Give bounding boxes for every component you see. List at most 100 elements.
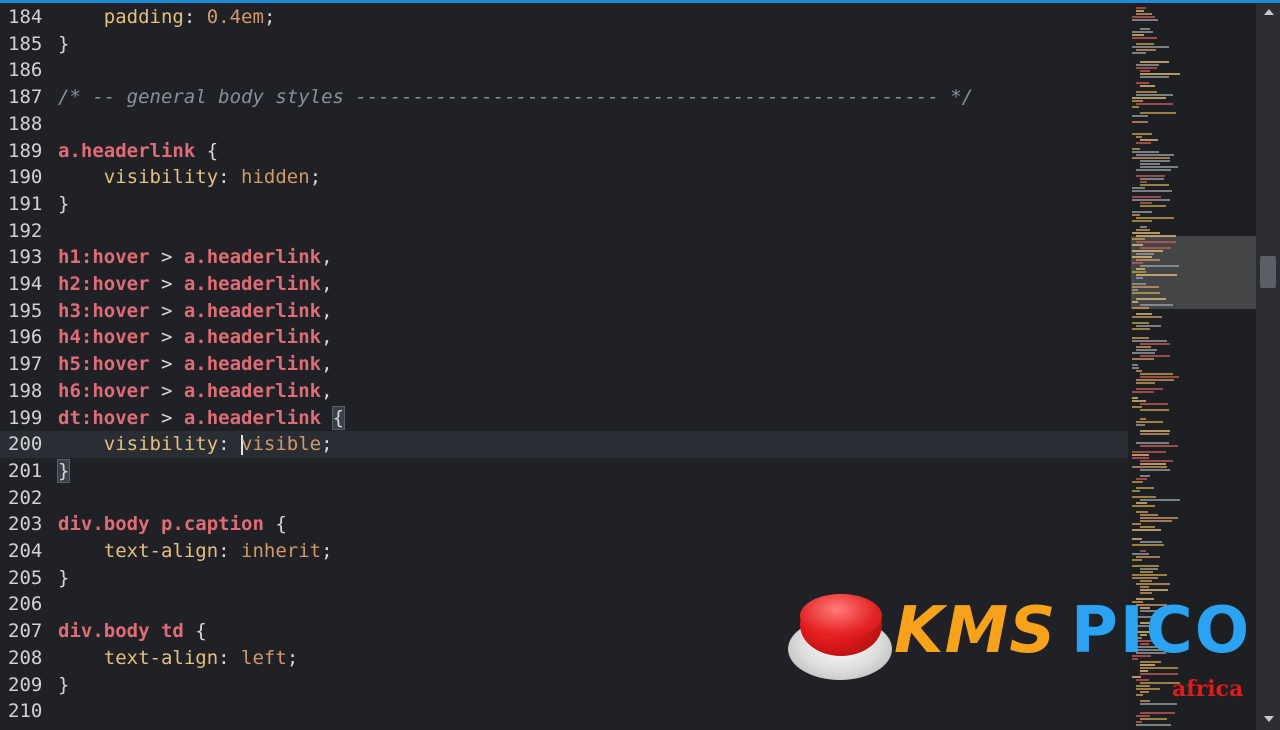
scrollbar-thumb[interactable] <box>1260 256 1276 288</box>
scroll-up-arrow-icon[interactable] <box>1264 9 1274 15</box>
code-line[interactable]: 199 dt:hover > a.headerlink { <box>0 405 1128 432</box>
minimap-line <box>1140 373 1173 375</box>
minimap-line <box>1136 502 1147 504</box>
code-line[interactable]: 196 h4:hover > a.headerlink, <box>0 324 1128 351</box>
minimap-line <box>1140 355 1170 357</box>
minimap-line <box>1132 238 1145 240</box>
code-line[interactable]: 186 <box>0 57 1128 84</box>
line-number: 205 <box>8 566 43 589</box>
minimap-line <box>1140 205 1166 207</box>
code-line[interactable]: 194 h2:hover > a.headerlink, <box>0 271 1128 298</box>
code-line[interactable]: 197 h5:hover > a.headerlink, <box>0 351 1128 378</box>
line-number: 210 <box>8 700 43 723</box>
code-line[interactable]: 184 padding: 0.4em; <box>0 4 1128 31</box>
code-line[interactable]: 200 visibility: visible; <box>0 431 1128 458</box>
minimap-line <box>1132 337 1149 339</box>
minimap-line <box>1136 313 1152 315</box>
minimap-line <box>1136 142 1151 144</box>
minimap-line <box>1140 28 1150 30</box>
vertical-scrollbar[interactable] <box>1256 3 1280 730</box>
code-line[interactable]: 190 visibility: hidden; <box>0 164 1128 191</box>
minimap-line <box>1140 112 1176 114</box>
minimap-line <box>1140 403 1168 405</box>
line-number: 191 <box>8 192 43 215</box>
minimap-line <box>1132 451 1166 453</box>
code-token: text-align <box>103 646 219 669</box>
code-line[interactable]: 198 h6:hover > a.headerlink, <box>0 378 1128 405</box>
code-token: visibility <box>103 166 219 189</box>
minimap-line <box>1140 526 1155 528</box>
line-number: 197 <box>8 353 43 376</box>
minimap-line <box>1132 262 1143 264</box>
minimap-line <box>1136 49 1156 51</box>
code-token: , <box>321 326 333 349</box>
code-text: text-align: left; <box>58 645 299 672</box>
code-line[interactable]: 195 h3:hover > a.headerlink, <box>0 298 1128 325</box>
line-number: 190 <box>8 166 43 189</box>
code-token: } <box>58 192 70 215</box>
minimap-line <box>1136 583 1170 585</box>
code-line[interactable]: 203 div.body p.caption { <box>0 511 1128 538</box>
code-line[interactable]: 192 <box>0 218 1128 245</box>
minimap-line <box>1140 343 1170 345</box>
minimap-line <box>1136 424 1145 426</box>
minimap-line <box>1132 316 1162 318</box>
minimap-line <box>1140 181 1147 183</box>
code-text: h4:hover > a.headerlink, <box>58 324 333 351</box>
code-token: } <box>58 32 70 55</box>
minimap-line <box>1136 388 1163 390</box>
minimap-line <box>1136 103 1173 105</box>
code-token: : <box>218 433 242 456</box>
code-token: > <box>149 379 184 402</box>
minimap-line <box>1132 289 1138 291</box>
code-line[interactable]: 204 text-align: inherit; <box>0 538 1128 565</box>
minimap-line <box>1140 184 1169 186</box>
code-line[interactable]: 202 <box>0 485 1128 512</box>
minimap-line <box>1140 430 1170 432</box>
watermark-logo: KMS PICO africa <box>786 588 1256 708</box>
code-line[interactable]: 193 h1:hover > a.headerlink, <box>0 244 1128 271</box>
code-text: visibility: visible; <box>58 431 333 458</box>
minimap-line <box>1132 271 1146 273</box>
minimap-line <box>1132 133 1152 135</box>
minimap-line <box>1136 154 1174 156</box>
code-line[interactable]: 187 /* -- general body styles -----------… <box>0 84 1128 111</box>
code-line[interactable]: 201} <box>0 458 1128 485</box>
minimap-line <box>1132 106 1139 108</box>
minimap-line <box>1132 100 1143 102</box>
minimap-line <box>1132 232 1160 234</box>
line-number: 185 <box>8 32 43 55</box>
code-line[interactable]: 185} <box>0 31 1128 58</box>
line-number: 187 <box>8 86 43 109</box>
scroll-down-arrow-icon[interactable] <box>1264 716 1274 722</box>
code-line[interactable]: 189 a.headerlink { <box>0 138 1128 165</box>
minimap-line <box>1132 31 1153 33</box>
code-token: ; <box>263 6 276 28</box>
minimap-line <box>1136 715 1150 717</box>
code-token: } <box>56 458 71 483</box>
minimap-line <box>1136 217 1174 219</box>
minimap-line <box>1140 445 1178 447</box>
code-token: padding <box>103 6 184 28</box>
code-token: { <box>195 139 219 162</box>
minimap-line <box>1132 307 1149 309</box>
line-number: 195 <box>8 299 43 322</box>
code-token: h4:hover <box>58 326 150 349</box>
minimap-line <box>1132 244 1143 246</box>
minimap-line <box>1136 94 1173 96</box>
minimap-line <box>1132 292 1160 294</box>
code-line[interactable]: 188 <box>0 111 1128 138</box>
code-token: a.headerlink <box>183 406 322 429</box>
code-text: div.body td { <box>58 618 207 645</box>
minimap-line <box>1136 169 1171 171</box>
minimap-line <box>1136 274 1177 276</box>
code-text: } <box>58 672 69 699</box>
code-token: ; <box>286 646 299 669</box>
code-token: ; <box>309 166 322 189</box>
minimap-line <box>1132 151 1159 153</box>
minimap-line <box>1132 328 1150 330</box>
minimap-line <box>1136 229 1150 231</box>
minimap-line <box>1136 64 1159 66</box>
code-line[interactable]: 191} <box>0 191 1128 218</box>
